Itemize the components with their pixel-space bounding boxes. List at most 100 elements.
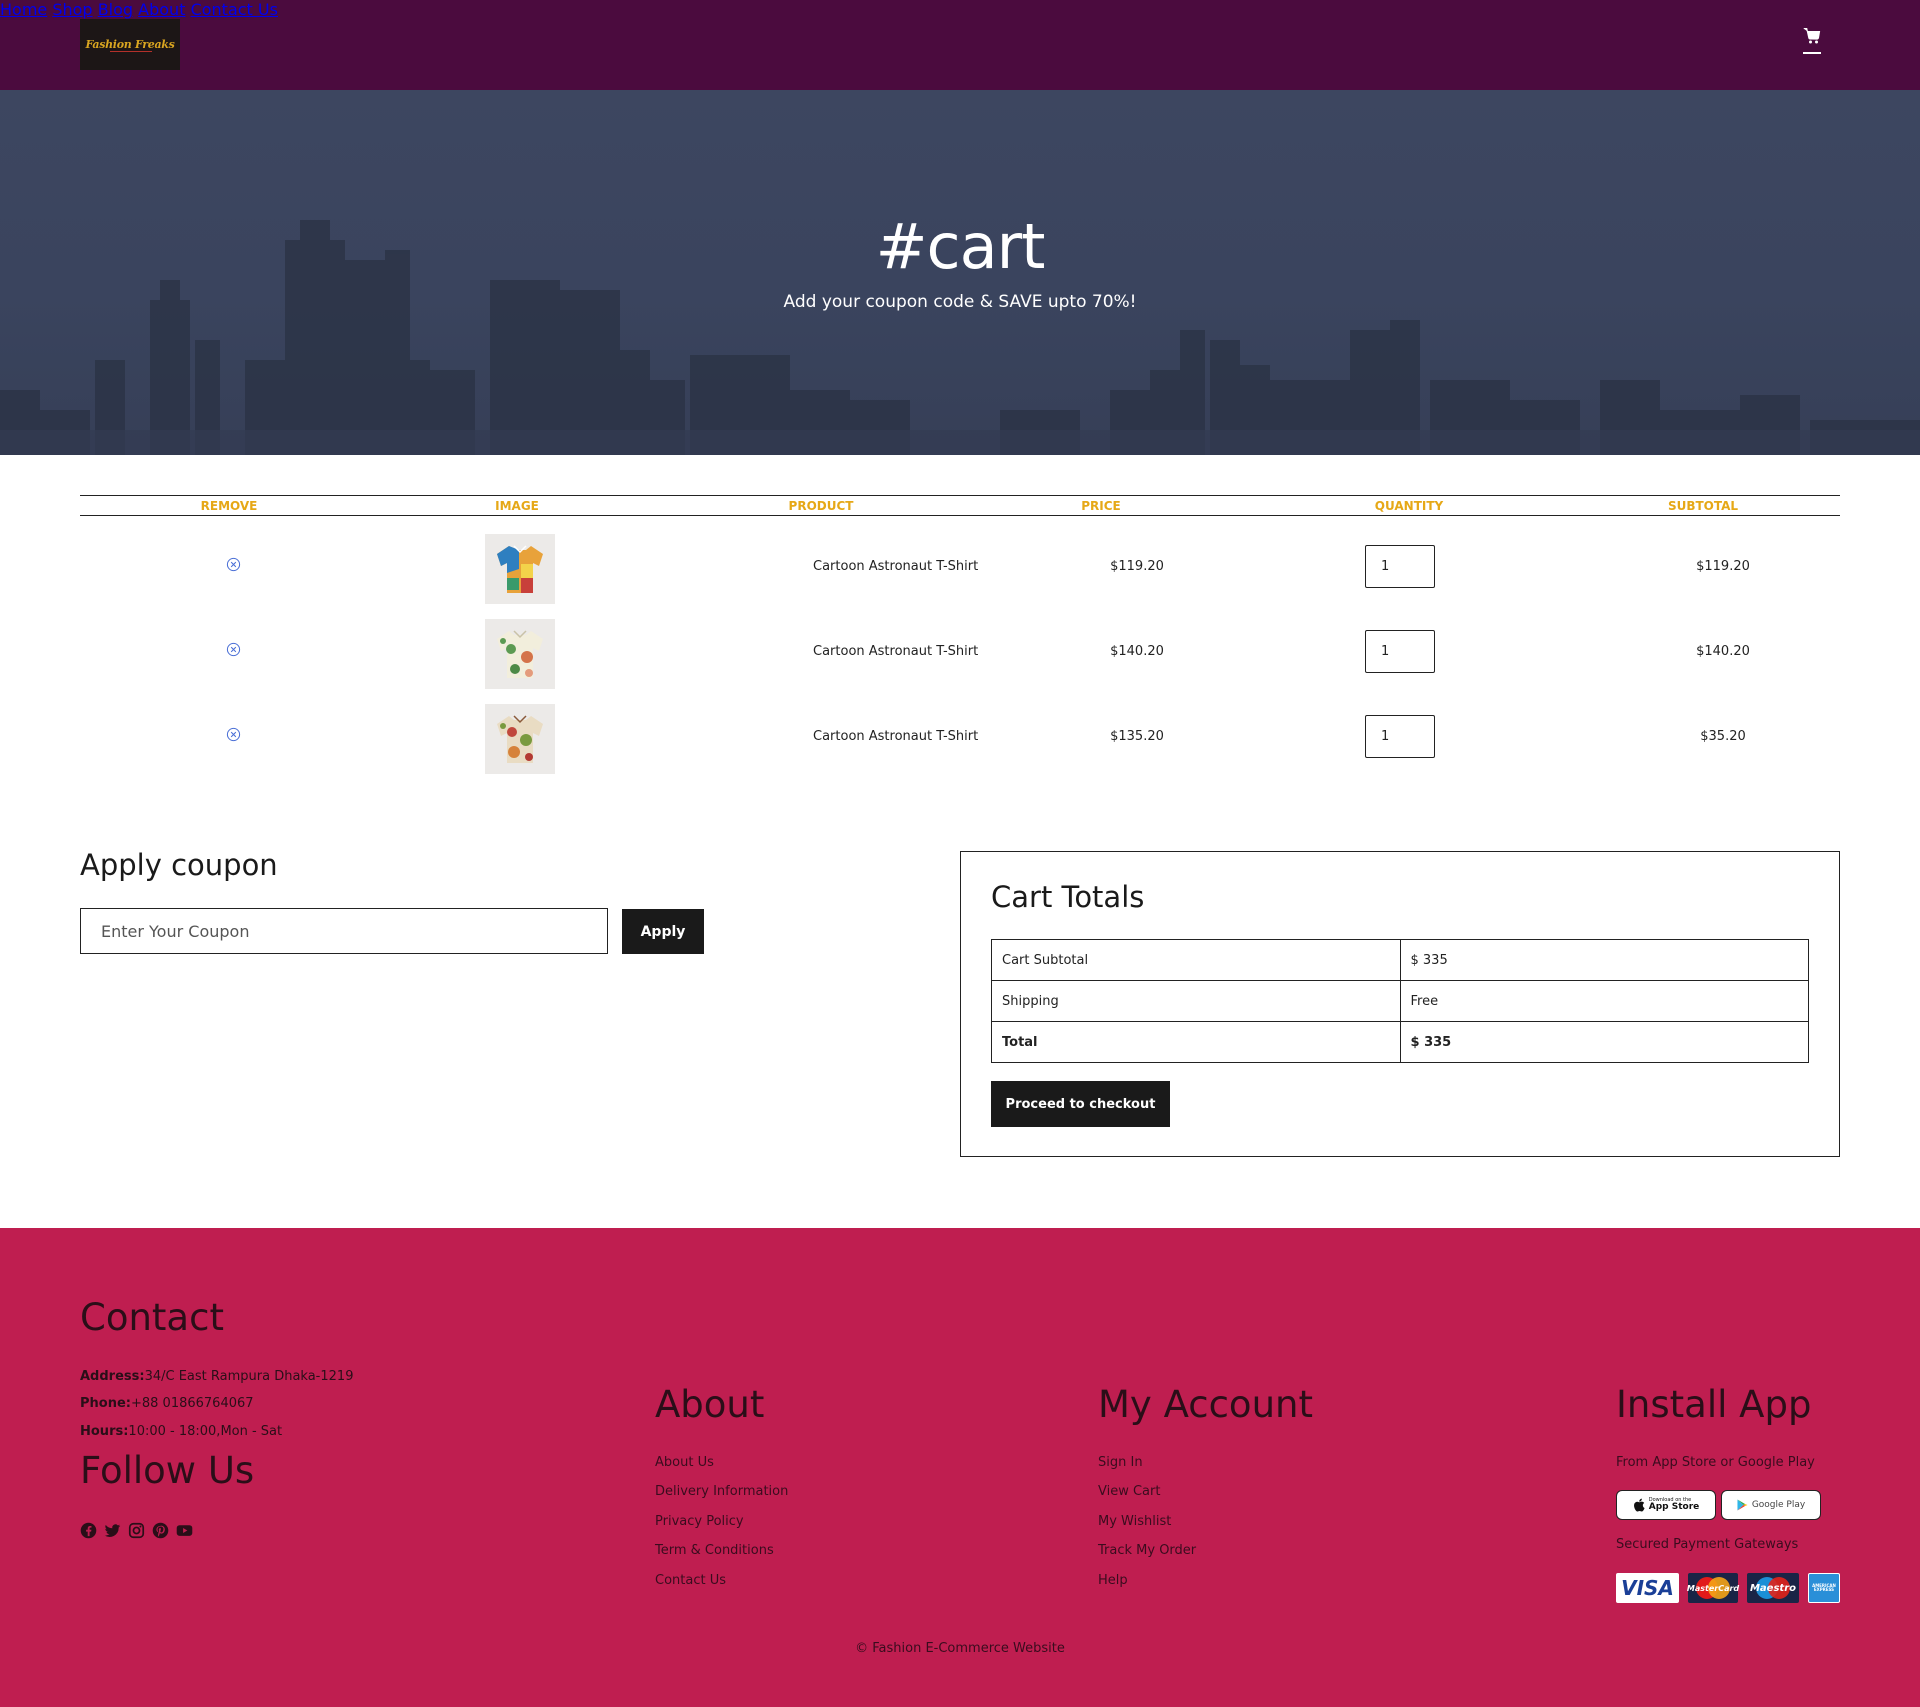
cart-icon[interactable] <box>1803 27 1821 54</box>
footer-link-delivery-information[interactable]: Delivery Information <box>655 1484 788 1499</box>
logo-text: Fashion Freaks <box>85 38 175 51</box>
facebook-icon[interactable] <box>80 1522 97 1539</box>
visa-logo: VISA <box>1616 1573 1679 1603</box>
product-image <box>485 619 555 689</box>
phone-value: +88 01866764067 <box>130 1396 254 1411</box>
site-header: Fashion Freaks Home Shop Blog About Cont… <box>0 0 1920 90</box>
app-store-label: App Store <box>1648 1502 1700 1512</box>
column-header-quantity: QUANTITY <box>1374 499 1444 513</box>
nav-home[interactable]: Home <box>0 0 47 19</box>
mastercard-label: MasterCard <box>1686 1583 1740 1593</box>
coupon-title: Apply coupon <box>80 848 278 882</box>
contact-title: Contact <box>80 1296 224 1339</box>
totals-label: Shipping <box>991 980 1401 1022</box>
nav-about[interactable]: About <box>138 0 185 19</box>
follow-us-title: Follow Us <box>80 1449 255 1492</box>
google-play-label: Google Play <box>1751 1499 1806 1510</box>
product-price: $119.20 <box>1110 559 1164 574</box>
cart-active-underline <box>1803 52 1821 54</box>
footer-link-sign-in[interactable]: Sign In <box>1098 1455 1143 1470</box>
phone-label: Phone: <box>80 1396 131 1411</box>
twitter-icon[interactable] <box>104 1522 121 1539</box>
product-name[interactable]: Cartoon Astronaut T-Shirt <box>813 559 978 574</box>
address-value: 34/C East Rampura Dhaka-1219 <box>144 1369 354 1384</box>
column-header-remove: REMOVE <box>200 499 258 513</box>
totals-value: $ 335 <box>1399 939 1809 981</box>
hours-value: 10:00 - 18:00,Mon - Sat <box>128 1424 283 1439</box>
product-name[interactable]: Cartoon Astronaut T-Shirt <box>813 644 978 659</box>
column-header-image: IMAGE <box>495 499 539 513</box>
contact-hours: Hours:10:00 - 18:00,Mon - Sat <box>80 1424 282 1439</box>
cart-totals-table: Cart Subtotal $ 335 Shipping Free Total … <box>991 939 1809 1063</box>
apple-icon <box>1633 1498 1645 1512</box>
quantity-input[interactable] <box>1365 630 1435 673</box>
youtube-icon[interactable] <box>176 1522 193 1539</box>
apply-coupon-button[interactable]: Apply <box>622 909 704 954</box>
table-row: Cartoon Astronaut T-Shirt $119.20 $119.2… <box>80 516 1840 604</box>
footer-link-my-wishlist[interactable]: My Wishlist <box>1098 1514 1171 1529</box>
totals-value: $ 335 <box>1399 1021 1809 1063</box>
totals-value: Free <box>1399 980 1809 1022</box>
coupon-input[interactable] <box>80 908 608 954</box>
footer-link-privacy-policy[interactable]: Privacy Policy <box>655 1514 744 1529</box>
nav-contact-us[interactable]: Contact Us <box>191 0 278 19</box>
about-title: About <box>655 1383 765 1426</box>
shirt-icon <box>497 715 543 763</box>
shirt-icon <box>497 545 543 593</box>
address-label: Address: <box>80 1369 145 1384</box>
table-row: Cartoon Astronaut T-Shirt $140.20 $140.2… <box>80 601 1840 689</box>
my-account-title: My Account <box>1098 1383 1313 1426</box>
column-header-product: PRODUCT <box>788 499 854 513</box>
column-header-subtotal: SUBTOTAL <box>1667 499 1739 513</box>
contact-phone: Phone:+88 01866764067 <box>80 1396 254 1411</box>
quantity-input[interactable] <box>1365 545 1435 588</box>
footer-link-help[interactable]: Help <box>1098 1573 1128 1588</box>
footer-link-view-cart[interactable]: View Cart <box>1098 1484 1160 1499</box>
footer-link-contact-us[interactable]: Contact Us <box>655 1573 726 1588</box>
footer-link-about-us[interactable]: About Us <box>655 1455 714 1470</box>
mastercard-logo: MasterCard <box>1686 1573 1740 1603</box>
footer-link-terms-conditions[interactable]: Term & Conditions <box>655 1543 774 1558</box>
app-store-text: Download on the App Store <box>1649 1498 1700 1512</box>
cart-table: REMOVE IMAGE PRODUCT PRICE QUANTITY SUBT… <box>80 495 1840 774</box>
contact-address: Address:34/C East Rampura Dhaka-1219 <box>80 1369 353 1384</box>
product-subtotal: $119.20 <box>1696 559 1750 574</box>
maestro-label: Maestro <box>1749 1582 1796 1594</box>
product-image <box>485 534 555 604</box>
totals-label: Cart Subtotal <box>991 939 1401 981</box>
product-subtotal: $140.20 <box>1696 644 1750 659</box>
product-price: $140.20 <box>1110 644 1164 659</box>
totals-row-subtotal: Cart Subtotal $ 335 <box>991 939 1809 981</box>
site-logo[interactable]: Fashion Freaks <box>80 19 180 70</box>
nav-shop[interactable]: Shop <box>52 0 92 19</box>
shirt-icon <box>497 630 543 678</box>
google-play-badge[interactable]: Google Play <box>1721 1490 1821 1520</box>
american-express-logo: AMERICAN EXPRESS <box>1808 1573 1840 1603</box>
proceed-to-checkout-button[interactable]: Proceed to checkout <box>991 1081 1170 1127</box>
cart-totals-panel: Cart Totals Cart Subtotal $ 335 Shipping… <box>960 851 1840 1157</box>
product-name[interactable]: Cartoon Astronaut T-Shirt <box>813 729 978 744</box>
hours-label: Hours: <box>80 1424 129 1439</box>
shopping-cart-icon <box>1803 27 1821 44</box>
logo-underline <box>110 51 152 52</box>
remove-item-icon[interactable] <box>226 727 241 742</box>
product-image <box>485 704 555 774</box>
quantity-input[interactable] <box>1365 715 1435 758</box>
footer-link-track-my-order[interactable]: Track My Order <box>1098 1543 1196 1558</box>
page-subtitle: Add your coupon code & SAVE upto 70%! <box>783 292 1137 312</box>
payment-gateways-title: Secured Payment Gateways <box>1616 1537 1799 1552</box>
install-app-subtitle: From App Store or Google Play <box>1616 1455 1815 1470</box>
product-subtotal: $35.20 <box>1700 729 1746 744</box>
remove-item-icon[interactable] <box>226 642 241 657</box>
instagram-icon[interactable] <box>128 1522 145 1539</box>
cart-table-header: REMOVE IMAGE PRODUCT PRICE QUANTITY SUBT… <box>80 495 1840 516</box>
page-title: #cart <box>875 210 1046 283</box>
nav-blog[interactable]: Blog <box>98 0 133 19</box>
pinterest-icon[interactable] <box>152 1522 169 1539</box>
maestro-logo: Maestro <box>1747 1573 1799 1603</box>
page-hero: #cart Add your coupon code & SAVE upto 7… <box>0 90 1920 455</box>
remove-item-icon[interactable] <box>226 557 241 572</box>
table-row: Cartoon Astronaut T-Shirt $135.20 $35.20 <box>80 686 1840 774</box>
app-store-badge[interactable]: Download on the App Store <box>1616 1490 1716 1520</box>
copyright-text: © Fashion E-Commerce Website <box>855 1641 1065 1656</box>
